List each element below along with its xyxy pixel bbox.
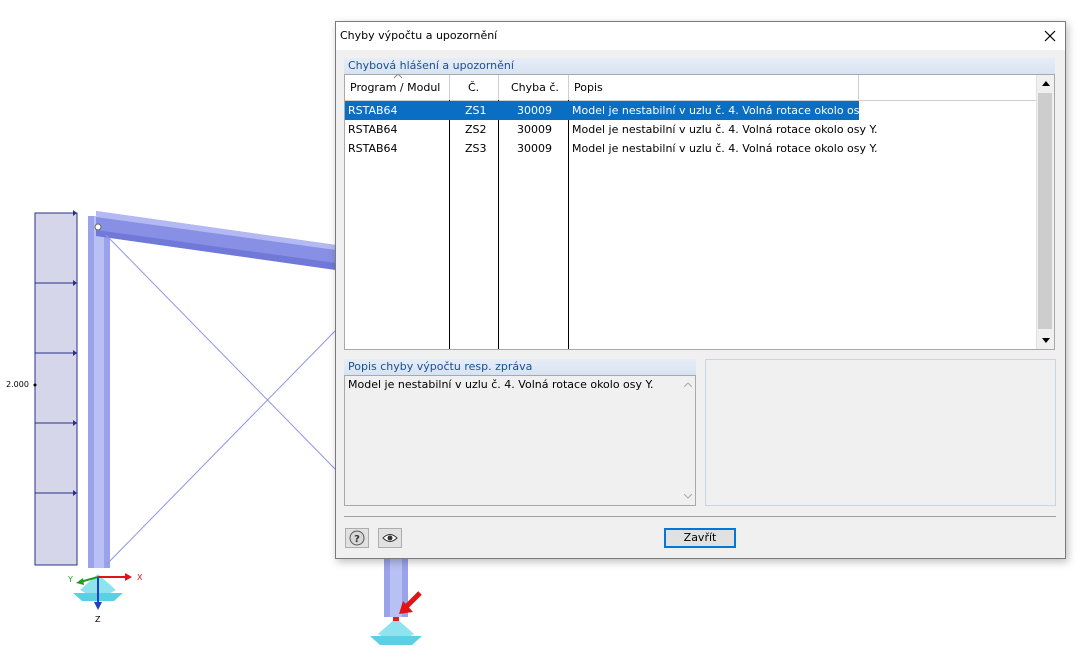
description-section-header: Popis chyby výpočtu resp. zpráva [344,359,696,375]
column-header-program[interactable]: Program / Modul [345,74,450,100]
cell-program: RSTAB64 [348,123,398,136]
cell-error: 30009 [517,104,552,117]
table-row[interactable]: RSTAB64 ZS2 30009 Model je nestabilní v … [345,120,878,139]
left-column [88,216,110,568]
cell-description: Model je nestabilní v uzlu č. 4. Volná r… [572,123,878,136]
cell-case: ZS2 [465,123,487,136]
preview-panel [705,359,1056,506]
table-row[interactable]: RSTAB64 ZS3 30009 Model je nestabilní v … [345,139,878,158]
cell-error: 30009 [517,142,552,155]
view-button[interactable] [378,528,402,548]
scrollbar-thumb[interactable] [1038,93,1052,329]
right-support [370,617,422,645]
table-header: Program / Modul Č. Chyba č. Popis [345,74,1039,101]
z-axis-label: Z [95,615,101,624]
eye-icon [382,534,398,542]
error-description-text: Model je nestabilní v uzlu č. 4. Volná r… [344,375,696,506]
description-scrollbar[interactable] [680,376,695,505]
dialog-title: Chyby výpočtu a upozornění [340,29,498,42]
column-header-case[interactable]: Č. [450,75,499,100]
help-button[interactable]: ? [345,528,369,548]
column-header-label: Program / Modul [350,81,441,94]
sort-ascending-icon [394,74,402,79]
load-diagram [33,210,78,566]
scroll-up-icon[interactable] [684,382,692,387]
table-row[interactable]: RSTAB64 ZS1 30009 Model je nestabilní v … [345,101,878,120]
bracing [105,234,337,566]
cell-error: 30009 [517,123,552,136]
cell-program: RSTAB64 [348,104,398,117]
scroll-down-icon[interactable] [1037,332,1054,349]
help-icon: ? [349,530,365,546]
messages-table: Program / Modul Č. Chyba č. Popis RSTAB6… [344,74,1055,350]
close-icon[interactable] [1035,22,1065,50]
cell-program: RSTAB64 [348,142,398,155]
scroll-down-icon[interactable] [684,494,692,499]
description-text: Model je nestabilní v uzlu č. 4. Volná r… [348,378,654,391]
dialog-titlebar: Chyby výpočtu a upozornění [336,22,1065,50]
svg-text:?: ? [354,534,360,545]
dialog-separator [344,516,1056,517]
column-header-error[interactable]: Chyba č. [499,75,569,100]
x-axis-label: X [137,573,143,582]
scroll-up-icon[interactable] [1037,75,1054,92]
cell-description: Model je nestabilní v uzlu č. 4. Volná r… [572,142,878,155]
cell-description: Model je nestabilní v uzlu č. 4. Volná r… [572,104,878,117]
calculation-errors-dialog: Chyby výpočtu a upozornění Chybová hláše… [335,21,1066,559]
column-header-description[interactable]: Popis [569,75,859,100]
close-button[interactable]: Zavřít [664,528,736,548]
load-value-label: 2.000 [6,380,29,389]
y-axis-label: Y [68,575,73,584]
table-scrollbar[interactable] [1036,75,1054,349]
cell-case: ZS1 [465,104,487,117]
messages-section-header: Chybová hlášení a upozornění [344,58,1055,74]
cell-case: ZS3 [465,142,487,155]
